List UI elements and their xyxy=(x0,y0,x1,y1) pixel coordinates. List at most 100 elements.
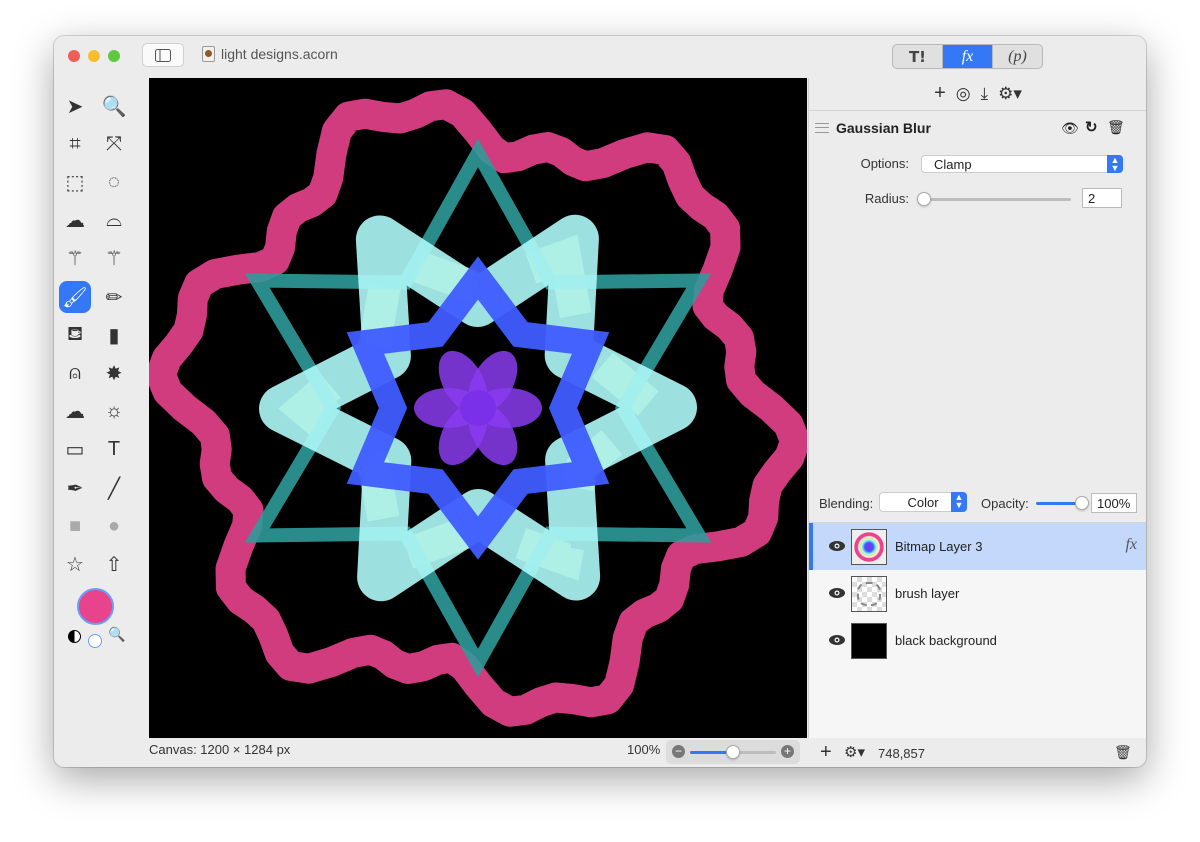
tool-magic-wand[interactable]: ⚚ xyxy=(59,243,91,275)
tool-ellipse-select[interactable]: ◌ xyxy=(98,166,130,198)
filter-name: Gaussian Blur xyxy=(836,120,931,136)
tab-tools[interactable]: T! xyxy=(893,45,942,68)
radius-label: Radius: xyxy=(864,191,909,206)
layer-thumbnail xyxy=(851,576,887,612)
zoom-level-label: 100% xyxy=(627,742,661,757)
tool-rectangle[interactable]: ■ xyxy=(59,510,91,542)
image-canvas[interactable] xyxy=(149,78,807,738)
background-color-well[interactable] xyxy=(88,634,102,648)
minimize-button[interactable] xyxy=(88,50,100,62)
brush-icon: 🖌 xyxy=(62,286,88,309)
color-picker-icon[interactable]: 🔍 xyxy=(108,626,125,643)
select-icon: ➤ xyxy=(66,95,84,118)
zoom-in-icon[interactable]: + xyxy=(781,745,794,758)
eye-icon[interactable] xyxy=(829,635,845,645)
tab-fx[interactable]: fx xyxy=(942,45,992,68)
add-filter-icon[interactable]: + xyxy=(934,83,946,104)
tool-polygon-lasso[interactable]: ⌓ xyxy=(98,205,130,237)
zoom-button[interactable] xyxy=(108,50,120,62)
polygon-lasso-icon: ⌓ xyxy=(106,209,122,232)
opacity-field[interactable]: 100% xyxy=(1091,493,1137,513)
sun-icon: ☼ xyxy=(104,400,124,423)
add-layer-icon[interactable]: + xyxy=(820,741,832,764)
tool-arrow[interactable]: ⇧ xyxy=(98,548,130,580)
layer-row[interactable]: brush layer xyxy=(809,570,1146,617)
layer-name: black background xyxy=(895,633,997,648)
blending-select[interactable]: Color ▲ ▼ xyxy=(879,492,967,512)
options-select[interactable]: Clamp ▲ ▼ xyxy=(921,155,1123,173)
fx-icon[interactable]: fx xyxy=(1125,536,1137,554)
tool-brush[interactable]: 🖌 xyxy=(59,281,91,313)
lasso-icon: ☁ xyxy=(65,210,85,233)
eraser-icon: ▮ xyxy=(108,324,120,347)
star-icon: ☆ xyxy=(66,553,84,576)
zoom-control: − + xyxy=(666,740,800,764)
tool-paint-bucket[interactable]: ⛾ xyxy=(59,319,91,351)
tool-zoom[interactable]: 🔍 xyxy=(98,90,130,122)
zoom-icon: 🔍 xyxy=(101,95,127,118)
radius-field[interactable]: 2 xyxy=(1082,188,1122,208)
app-window: light designs.acorn T! fx (p) ➤ 🔍 ⌗ ⤧ ⬚ ◌ ☁ ⌓ ⚚ ⚚… xyxy=(54,36,1146,767)
pen-icon: ✒ xyxy=(66,477,84,500)
opacity-slider-knob[interactable] xyxy=(1075,496,1089,510)
reset-icon[interactable]: ↻ xyxy=(1085,118,1098,136)
tool-ellipse[interactable]: ● xyxy=(98,510,130,542)
mask-icon[interactable]: ◎ xyxy=(956,84,971,104)
paint-bucket-icon: ⛾ xyxy=(66,322,84,345)
zoom-out-icon[interactable]: − xyxy=(672,745,685,758)
document-icon xyxy=(202,46,215,62)
tool-pen[interactable]: ✒ xyxy=(59,472,91,504)
foreground-color-well[interactable] xyxy=(77,588,114,625)
layer-row[interactable]: black background xyxy=(809,617,1146,664)
tool-instant-alpha[interactable]: ⚚ xyxy=(98,243,130,275)
artwork xyxy=(149,89,807,727)
arrow-icon: ⇧ xyxy=(105,553,123,576)
coordinates-readout: 748,857 xyxy=(878,746,925,761)
inspector-panel: + ◎ ⤓ ⚙▾ Gaussian Blur 👁 ↻ 🗑 Options: Cl… xyxy=(808,78,1146,738)
tool-gradient[interactable]: ▭ xyxy=(59,434,91,466)
layer-row[interactable]: Bitmap Layer 3 fx xyxy=(809,523,1146,570)
gear-icon[interactable]: ⚙▾ xyxy=(998,84,1022,104)
gear-icon[interactable]: ⚙▾ xyxy=(844,743,865,761)
zoom-slider-knob[interactable] xyxy=(726,745,740,759)
tool-smudge[interactable]: ✸ xyxy=(98,357,130,389)
swap-colors-icon[interactable] xyxy=(68,630,81,643)
tool-lasso[interactable]: ☁ xyxy=(59,205,91,237)
layer-thumbnail xyxy=(851,623,887,659)
tool-transform[interactable]: ⤧ xyxy=(98,128,130,160)
chevron-updown-icon: ▲ ▼ xyxy=(1107,155,1123,173)
tool-line[interactable]: ╱ xyxy=(98,472,130,504)
pencil-icon: ✏ xyxy=(105,286,123,309)
window-title-text: light designs.acorn xyxy=(221,46,338,62)
tool-crop[interactable]: ⌗ xyxy=(59,128,91,160)
filter-toolbar: + ◎ ⤓ ⚙▾ xyxy=(809,83,1146,104)
eye-icon[interactable] xyxy=(829,541,845,551)
trash-icon[interactable]: 🗑 xyxy=(1114,744,1132,761)
tool-eraser[interactable]: ▮ xyxy=(98,319,130,351)
close-button[interactable] xyxy=(68,50,80,62)
magic-wand-icon: ⚚ xyxy=(66,248,84,271)
tool-sun[interactable]: ☼ xyxy=(98,396,130,428)
eye-icon[interactable] xyxy=(829,588,845,598)
tool-select[interactable]: ➤ xyxy=(59,90,91,122)
window-title: light designs.acorn xyxy=(202,46,338,62)
tool-text[interactable]: T xyxy=(98,434,130,466)
gradient-icon: ▭ xyxy=(65,439,85,462)
layer-thumbnail xyxy=(851,529,887,565)
tool-cloud[interactable]: ☁ xyxy=(59,396,91,428)
trash-icon[interactable]: 🗑 xyxy=(1107,119,1125,136)
radius-slider-knob[interactable] xyxy=(917,192,931,206)
sidebar-toggle-button[interactable] xyxy=(142,43,184,67)
tool-pencil[interactable]: ✏ xyxy=(98,281,130,313)
tool-clone-stamp[interactable]: ⍝ xyxy=(59,357,91,389)
drag-handle-icon[interactable] xyxy=(815,123,829,133)
eye-icon[interactable]: 👁 xyxy=(1061,120,1079,137)
download-icon[interactable]: ⤓ xyxy=(981,84,989,104)
tool-rect-select[interactable]: ⬚ xyxy=(59,166,91,198)
radius-slider[interactable] xyxy=(921,198,1071,201)
tab-properties[interactable]: (p) xyxy=(992,45,1042,68)
opacity-label: Opacity: xyxy=(981,496,1029,511)
smudge-icon: ✸ xyxy=(105,362,123,385)
instant-alpha-icon: ⚚ xyxy=(105,248,123,271)
tool-star[interactable]: ☆ xyxy=(59,548,91,580)
